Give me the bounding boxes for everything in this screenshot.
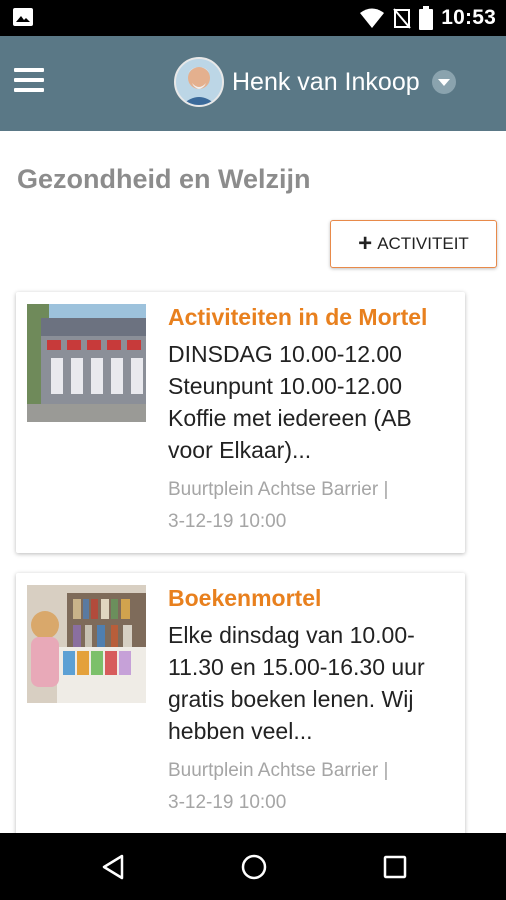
- menu-icon[interactable]: [14, 68, 44, 94]
- activity-thumbnail[interactable]: [27, 304, 146, 422]
- no-signal-icon: [393, 8, 412, 29]
- activity-card[interactable]: Boekenmortel Elke dinsdag van 10.00-11.3…: [16, 573, 465, 833]
- card-body: Activiteiten in de Mortel DINSDAG 10.00-…: [168, 302, 455, 538]
- plus-icon: +: [358, 230, 373, 257]
- add-activity-label: ACTIVITEIT: [377, 234, 469, 253]
- user-menu[interactable]: Henk van Inkoop: [174, 54, 456, 110]
- card-location: Buurtplein Achtse Barrier |: [168, 479, 389, 500]
- chevron-down-icon[interactable]: [431, 70, 456, 94]
- card-date: 3-12-19 10:00: [168, 511, 287, 532]
- activity-card[interactable]: Activiteiten in de Mortel DINSDAG 10.00-…: [16, 292, 465, 553]
- image-icon: [13, 8, 33, 26]
- add-activity-button[interactable]: + ACTIVITEIT: [330, 220, 497, 268]
- card-description: DINSDAG 10.00-12.00 Steunpunt 10.00-12.0…: [168, 341, 412, 463]
- status-bar: 10:53: [0, 0, 506, 36]
- recents-icon[interactable]: [382, 853, 408, 881]
- page-title: Gezondheid en Welzijn: [17, 164, 311, 194]
- battery-icon: [419, 6, 434, 30]
- avatar[interactable]: [174, 57, 224, 107]
- activity-thumbnail[interactable]: [27, 585, 146, 703]
- navigation-bar: [0, 833, 506, 900]
- back-icon[interactable]: [100, 853, 126, 881]
- clock: 10:53: [441, 6, 496, 29]
- app-bar: Henk van Inkoop: [0, 36, 506, 131]
- card-title[interactable]: Activiteiten in de Mortel: [168, 302, 455, 332]
- home-icon[interactable]: [240, 853, 268, 881]
- main-content: Gezondheid en Welzijn + ACTIVITEIT Activ…: [0, 131, 506, 833]
- card-date: 3-12-19 10:00: [168, 792, 287, 813]
- card-meta: Buurtplein Achtse Barrier | 3-12-19 10:0…: [168, 755, 455, 819]
- card-meta: Buurtplein Achtse Barrier | 3-12-19 10:0…: [168, 474, 455, 538]
- user-name[interactable]: Henk van Inkoop: [232, 68, 420, 97]
- card-body: Boekenmortel Elke dinsdag van 10.00-11.3…: [168, 583, 455, 819]
- card-location: Buurtplein Achtse Barrier |: [168, 760, 389, 781]
- wifi-icon: [360, 8, 385, 28]
- card-title[interactable]: Boekenmortel: [168, 583, 455, 613]
- card-description: Elke dinsdag van 10.00-11.30 en 15.00-16…: [168, 622, 425, 744]
